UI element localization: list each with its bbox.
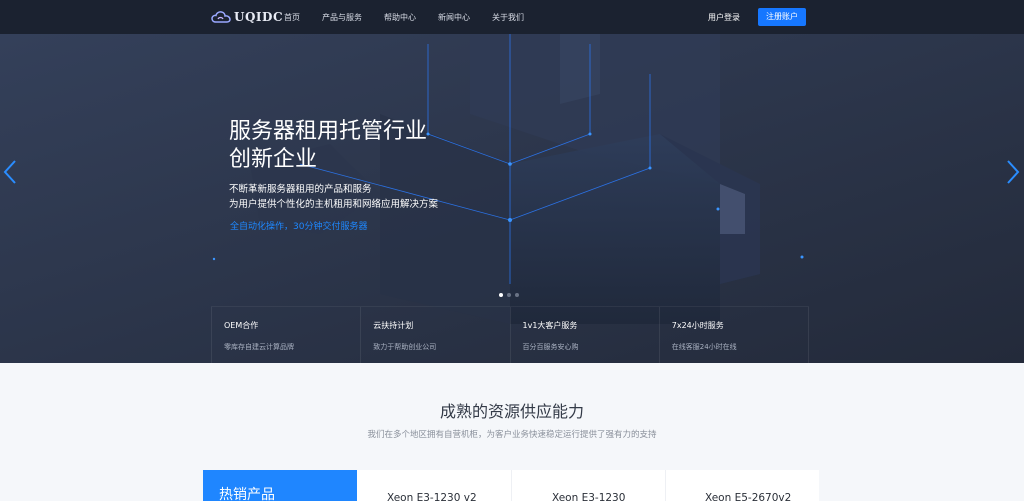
hero-description-1: 不断革新服务器租用的产品和服务 [229,184,372,195]
feature-title: OEM合作 [224,321,259,330]
section-subtitle: 我们在多个地区拥有自营机柜，为客户业务快速稳定运行提供了强有力的支持 [367,430,657,440]
hero-title-line-2: 创新企业 [229,147,318,172]
feature-oem[interactable]: OEM合作 零库存自建云计算品牌 [211,307,360,363]
product-card[interactable]: Xeon E3-1230 [511,470,665,501]
carousel-dots [499,293,519,297]
feature-desc: 致力于帮助创业公司 [373,343,437,351]
hero-banner: 服务器租用托管行业 创新企业 不断革新服务器租用的产品和服务 为用户提供个性化的… [0,34,1024,363]
menu-item-home[interactable]: 首页 [284,12,300,23]
hero-title-line-1: 服务器租用托管行业 [229,119,428,144]
product-card[interactable]: Xeon E5-2670v2 [665,470,819,501]
logo[interactable]: UQIDC [211,9,283,25]
feature-title: 1v1大客户服务 [522,321,578,330]
feature-desc: 百分百服务安心购 [522,343,579,351]
menu-item-about[interactable]: 关于我们 [492,12,524,23]
menu-item-news[interactable]: 新闻中心 [438,12,470,23]
carousel-dot-2[interactable] [507,293,511,297]
chevron-left-icon[interactable] [2,159,18,185]
cloud-logo-icon [211,11,231,23]
product-name: Xeon E3-1230 v2 [387,492,477,501]
feature-strip: OEM合作 零库存自建云计算品牌 云扶持计划 致力于帮助创业公司 1v1大客户服… [211,306,809,363]
logo-text: UQIDC [234,10,283,24]
hot-products-label: 热销产品 [219,487,275,501]
feature-vip-service[interactable]: 1v1大客户服务 百分百服务安心购 [509,307,659,363]
menu-item-products[interactable]: 产品与服务 [322,12,362,23]
feature-desc: 在线客服24小时在线 [671,343,737,351]
product-name: Xeon E5-2670v2 [705,492,792,501]
feature-cloud-support[interactable]: 云扶持计划 致力于帮助创业公司 [360,307,509,363]
hero-description-2: 为用户提供个性化的主机租用和网络应用解决方案 [229,199,439,210]
main-menu: 首页 产品与服务 帮助中心 新闻中心 关于我们 [284,0,546,34]
chevron-right-icon[interactable] [1005,159,1021,185]
register-button[interactable]: 注册账户 [758,8,806,26]
product-card[interactable]: Xeon E3-1230 v2 [357,470,511,501]
carousel-dot-3[interactable] [515,293,519,297]
feature-desc: 零库存自建云计算品牌 [224,343,294,351]
section-title: 成熟的资源供应能力 [439,402,584,421]
product-cards: 热销产品 Xeon E3-1230 v2 Xeon E3-1230 Xeon E… [203,470,819,501]
login-link[interactable]: 用户登录 [708,12,740,23]
hero-title: 服务器租用托管行业 创新企业 [229,118,489,174]
feature-24x7-service[interactable]: 7x24小时服务 在线客服24小时在线 [658,307,809,363]
menu-item-help[interactable]: 帮助中心 [384,12,416,23]
top-navbar: UQIDC 首页 产品与服务 帮助中心 新闻中心 关于我们 用户登录 注册账户 [0,0,1024,34]
hero-highlight: 全自动化操作，30分钟交付服务器 [230,222,368,232]
product-name: Xeon E3-1230 [552,492,626,501]
carousel-dot-1[interactable] [499,293,503,297]
feature-title: 7x24小时服务 [671,321,724,330]
feature-title: 云扶持计划 [373,321,414,330]
hot-products-tab[interactable]: 热销产品 [203,470,357,501]
